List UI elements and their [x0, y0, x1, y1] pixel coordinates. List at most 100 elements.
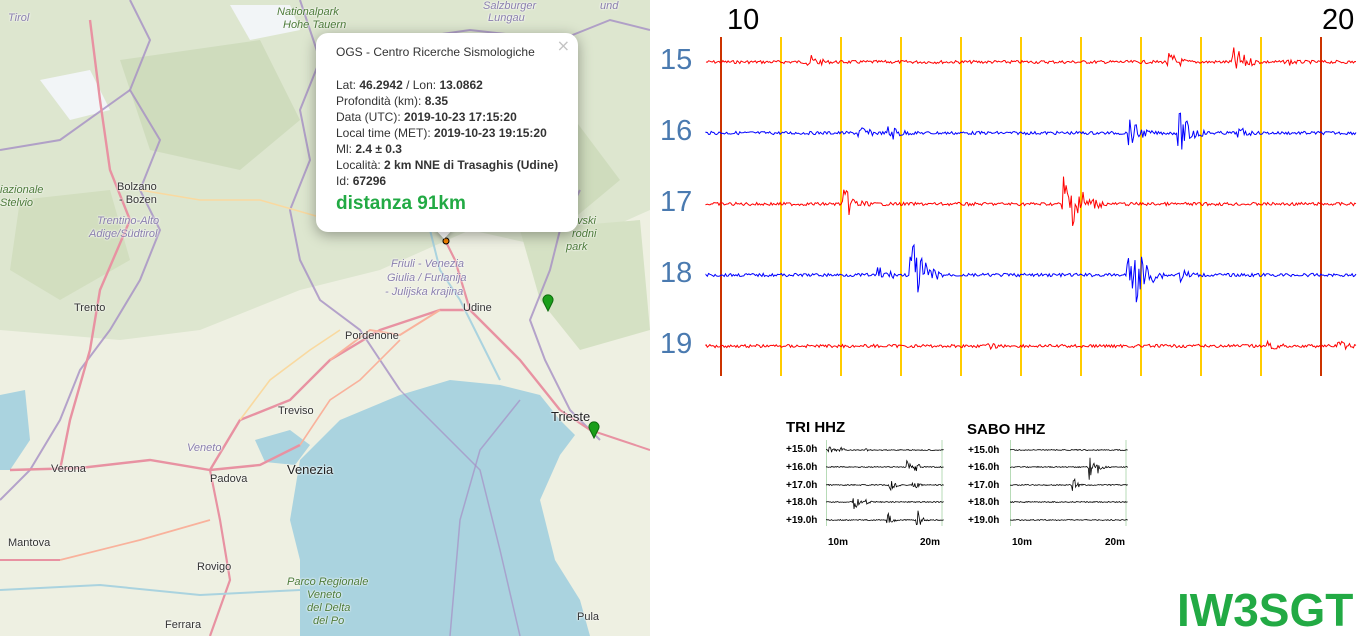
map-label-friuli-2: Giulia / Furlanija [387, 272, 467, 284]
depth-value: 8.35 [424, 94, 449, 108]
map-label-friuli-3: - Julijska krajina [385, 286, 464, 298]
date-utc-value: 2019-10-23 17:15:20 [404, 110, 517, 124]
map-label-lungau: Lungau [488, 12, 525, 24]
map-label-parco-3: del Delta [307, 602, 351, 614]
popup-coordinates: Lat: 46.2942 / Lon: 13.0862 [336, 77, 558, 93]
mini-tick-label: 20m [920, 537, 941, 548]
lon-label: / Lon: [402, 78, 440, 92]
mini-trace [826, 481, 944, 492]
mini-row-label: +19.0h [786, 515, 818, 526]
mini-trace [826, 446, 944, 453]
seismic-trace [705, 243, 1357, 303]
map-label-friuli-1: Friuli - Venezia [391, 258, 464, 270]
ml-value: 2.4 ± 0.3 [355, 142, 402, 156]
map-label-rovigo: Rovigo [197, 561, 232, 573]
hour-label-18: 18 [660, 257, 693, 289]
date-utc-label: Data (UTC): [336, 110, 405, 124]
map-label-veneto: Veneto [187, 442, 222, 454]
popup-title: OGS - Centro Ricerche Sismologiche [336, 45, 535, 59]
map-label-tirol: Tirol [8, 12, 30, 24]
ml-label: Ml: [336, 142, 356, 156]
id-value: 67296 [352, 174, 387, 188]
mini-plot-tri [826, 440, 944, 526]
mini-row-label: +16.0h [968, 462, 1000, 473]
map-label-bozen: - Bozen [119, 194, 157, 206]
mini-trace [1010, 519, 1128, 522]
local-time-value: 2019-10-23 19:15:20 [434, 126, 547, 140]
mini-row-label: +17.0h [968, 480, 1000, 491]
map-label-stelvio: Stelvio [0, 197, 34, 209]
depth-label: Profondità (km): [336, 94, 425, 108]
mini-trace [1010, 449, 1128, 452]
mini-row-label: +15.0h [968, 445, 1000, 456]
location-value: 2 km NNE di Trasaghis (Udine) [384, 158, 559, 172]
seismic-trace [705, 112, 1357, 150]
local-time-label: Local time (MET): [336, 126, 435, 140]
map-label-nazionale: iazionale [0, 184, 44, 196]
map-label-pordenone: Pordenone [345, 330, 399, 342]
close-icon[interactable]: × [557, 36, 570, 55]
mini-row-label: +17.0h [786, 480, 818, 491]
mini-tick-label: 10m [828, 537, 849, 548]
map-label-bolzano: Bolzano [117, 181, 157, 193]
map-label-ferrara: Ferrara [165, 619, 202, 631]
popup-local-time: Local time (MET): 2019-10-23 19:15:20 [336, 125, 558, 141]
map-marker-icon[interactable] [542, 294, 554, 312]
map-label-mantova: Mantova [8, 537, 51, 549]
popup-location: Località: 2 km NNE di Trasaghis (Udine) [336, 157, 558, 173]
map-label-und: und [600, 0, 619, 12]
map-label-park: park [566, 241, 588, 253]
mini-row-label: +16.0h [786, 462, 818, 473]
map-label-adige: Adige/Südtirol [89, 228, 158, 240]
map-label-hohe-tauern: Hohe Tauern [283, 19, 347, 31]
location-label: Località: [336, 158, 385, 172]
map-label-salzburger: Salzburger [483, 0, 537, 12]
seismic-trace [705, 339, 1357, 351]
popup-date-utc: Data (UTC): 2019-10-23 17:15:20 [336, 109, 558, 125]
id-label: Id: [336, 174, 353, 188]
map-label-trentino: Trentino-Alto [97, 215, 160, 227]
callsign: IW3SGT [1177, 584, 1354, 636]
map-label-padova: Padova [210, 473, 248, 485]
mini-plot-title-tri: TRI HHZ [786, 419, 846, 436]
mini-tick-label: 20m [1105, 537, 1126, 548]
minute-label-10: 10 [727, 4, 760, 36]
mini-trace [826, 459, 944, 472]
map-label-parco-2: Veneto [307, 589, 342, 601]
map-label-venezia: Venezia [287, 462, 334, 477]
mini-tick-label: 10m [1012, 537, 1033, 548]
mini-row-label: +19.0h [968, 515, 1000, 526]
map-label-udine: Udine [463, 302, 492, 314]
mini-plot-title-sabo: SABO HHZ [967, 421, 1046, 438]
map-label-trieste: Trieste [551, 409, 591, 424]
seismic-trace [705, 47, 1357, 69]
map-label-trento: Trento [74, 302, 106, 314]
map-label-rodni: rodni [572, 228, 597, 240]
map-marker-icon[interactable] [588, 421, 600, 439]
mini-trace [826, 498, 944, 510]
hour-label-15: 15 [660, 44, 693, 76]
hour-label-16: 16 [660, 115, 693, 147]
minute-label-20: 20 [1322, 4, 1355, 36]
seismic-trace [705, 176, 1357, 227]
popup-depth: Profondità (km): 8.35 [336, 93, 558, 109]
map-label-treviso: Treviso [278, 405, 314, 417]
map-label-pula: Pula [577, 611, 600, 623]
mini-plot-sabo [1010, 440, 1128, 526]
mini-trace [1010, 457, 1128, 480]
helicorder-plot [705, 37, 1357, 376]
lat-label: Lat: [336, 78, 360, 92]
mini-trace [826, 510, 944, 526]
map-label-vski: vski [577, 215, 596, 227]
map-panel[interactable]: Tirol Nationalpark Hohe Tauern Salzburge… [0, 0, 650, 636]
hour-label-19: 19 [660, 328, 693, 360]
earthquake-popup: × OGS - Centro Ricerche Sismologiche Lat… [316, 33, 578, 232]
hour-label-17: 17 [660, 186, 693, 218]
lon-value: 13.0862 [439, 78, 483, 92]
map-label-parco-4: del Po [313, 615, 345, 627]
map-label-verona: Verona [51, 463, 86, 475]
lat-value: 46.2942 [359, 78, 403, 92]
popup-distance: distanza 91km [336, 193, 466, 214]
map-label-nationalpark: Nationalpark [277, 6, 339, 18]
map-label-parco-1: Parco Regionale [287, 576, 369, 588]
